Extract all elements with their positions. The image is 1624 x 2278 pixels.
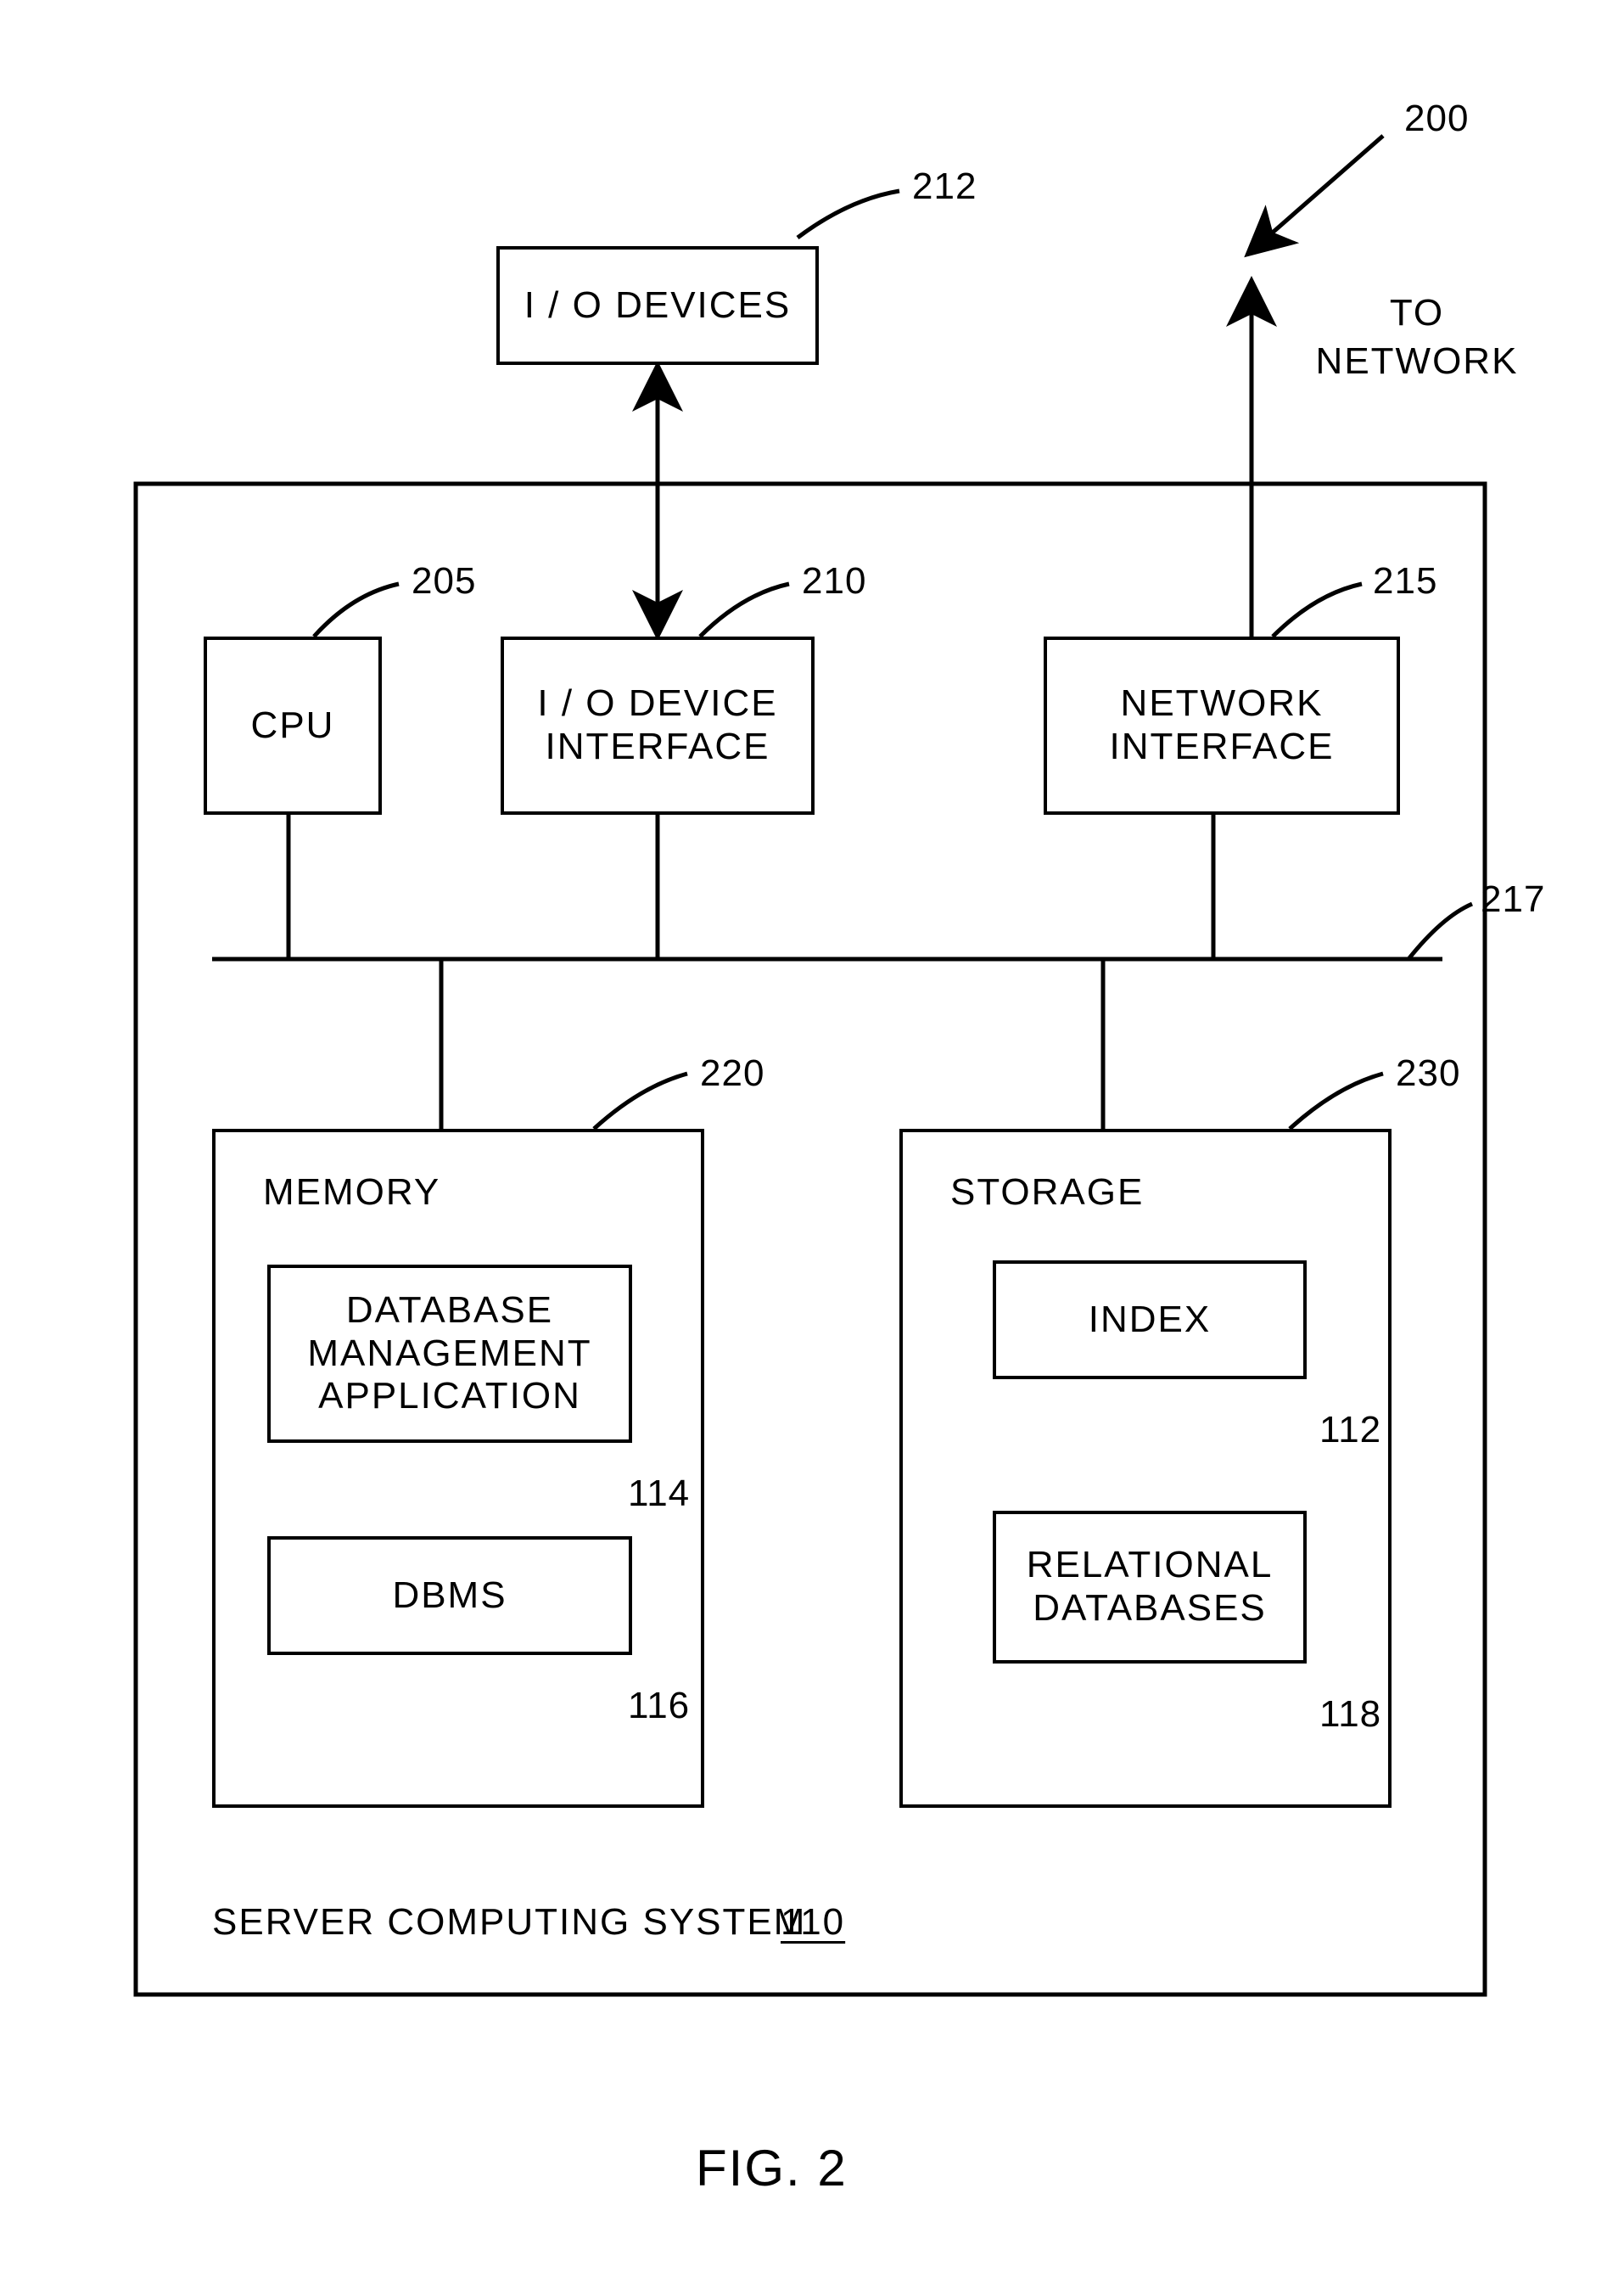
dbms-box: DBMS [267,1536,632,1655]
storage-label: STORAGE [950,1171,1144,1214]
ref-217: 217 [1481,878,1545,921]
cpu-box: CPU [204,637,382,815]
index-box: INDEX [993,1260,1307,1379]
ref-210: 210 [802,560,866,603]
io-devices-label: I / O DEVICES [524,284,792,328]
db-mgmt-app-label: DATABASE MANAGEMENT APPLICATION [277,1289,622,1418]
network-interface-box: NETWORK INTERFACE [1044,637,1400,815]
ref-230: 230 [1396,1052,1460,1095]
ref-212: 212 [912,166,977,208]
index-label: INDEX [1089,1299,1211,1342]
network-interface-label: NETWORK INTERFACE [1054,682,1390,768]
ref-114: 114 [628,1473,690,1515]
relational-db-label: RELATIONAL DATABASES [1003,1544,1296,1630]
to-network-label: TO NETWORK [1307,289,1527,385]
db-mgmt-app-box: DATABASE MANAGEMENT APPLICATION [267,1265,632,1443]
ref-112: 112 [1319,1409,1381,1451]
ref-118: 118 [1319,1693,1381,1736]
relational-db-box: RELATIONAL DATABASES [993,1511,1307,1664]
dbms-label: DBMS [392,1574,507,1618]
figure-caption: FIG. 2 [696,2139,848,2197]
ref-220: 220 [700,1052,764,1095]
server-title: SERVER COMPUTING SYSTEM [212,1901,806,1944]
ref-215: 215 [1373,560,1437,603]
ref-205: 205 [412,560,476,603]
io-device-interface-label: I / O DEVICE INTERFACE [511,682,804,768]
io-device-interface-box: I / O DEVICE INTERFACE [501,637,815,815]
storage-box [899,1129,1392,1808]
io-devices-box: I / O DEVICES [496,246,819,365]
ref-116: 116 [628,1685,690,1727]
ref-200: 200 [1404,98,1469,140]
server-ref: 110 [781,1901,845,1944]
cpu-label: CPU [251,704,335,748]
memory-label: MEMORY [263,1171,440,1214]
